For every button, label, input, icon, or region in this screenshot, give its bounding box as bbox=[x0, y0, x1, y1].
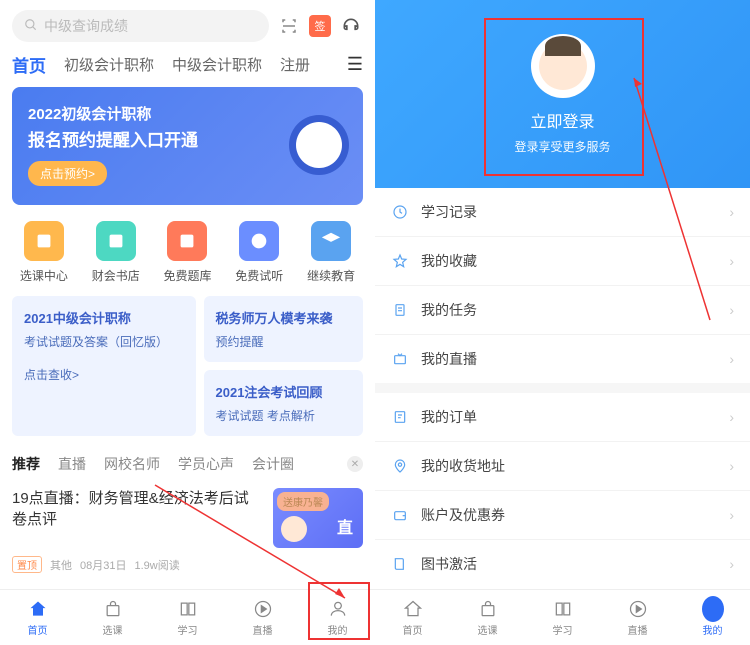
quick-courses[interactable]: 选课中心 bbox=[20, 221, 68, 284]
nav-mine-r[interactable]: 我的 bbox=[675, 590, 750, 645]
menu-group-2: 我的订单› 我的收货地址› 账户及优惠券› 图书激活› bbox=[375, 393, 750, 588]
person-bubble-icon bbox=[702, 598, 724, 620]
headphone-icon[interactable] bbox=[339, 14, 363, 38]
clipboard-icon bbox=[391, 301, 409, 319]
tab-junior[interactable]: 初级会计职称 bbox=[64, 54, 154, 75]
book-icon bbox=[177, 598, 199, 620]
tab-mid[interactable]: 中级会计职称 bbox=[172, 54, 262, 75]
menu-separator bbox=[375, 383, 750, 393]
nav-courses[interactable]: 选课 bbox=[75, 590, 150, 645]
menu-group-1: 学习记录› 我的收藏› 我的任务› 我的直播› bbox=[375, 188, 750, 383]
menu-address[interactable]: 我的收货地址› bbox=[375, 442, 750, 491]
card-mid-exam[interactable]: 2021中级会计职称 考试试题及答案（回忆版） 点击查收> bbox=[12, 296, 196, 436]
phone-left: 中级查询成绩 签 首页 初级会计职称 中级会计职称 注册 ☰ 2022初级会计职… bbox=[0, 0, 375, 645]
home-icon bbox=[27, 598, 49, 620]
article-thumbnail: 送康乃馨 直 bbox=[273, 488, 363, 548]
nav-live[interactable]: 直播 bbox=[225, 590, 300, 645]
category-tabs: 首页 初级会计职称 中级会计职称 注册 ☰ bbox=[0, 52, 375, 87]
top-bar: 中级查询成绩 签 bbox=[0, 0, 375, 52]
menu-study-record[interactable]: 学习记录› bbox=[375, 188, 750, 237]
book-icon bbox=[391, 555, 409, 573]
nav-home-r[interactable]: 首页 bbox=[375, 590, 450, 645]
tab-cpa[interactable]: 注册 bbox=[280, 54, 310, 75]
feed-tab-teachers[interactable]: 网校名师 bbox=[104, 454, 160, 474]
home-icon bbox=[402, 598, 424, 620]
feed-tab-rec[interactable]: 推荐 bbox=[12, 454, 40, 474]
play-icon bbox=[252, 598, 274, 620]
chevron-right-icon: › bbox=[729, 458, 734, 474]
nav-home[interactable]: 首页 bbox=[0, 590, 75, 645]
card-tax-mock[interactable]: 税务师万人模考来袭 预约提醒 bbox=[204, 296, 364, 362]
bag-icon bbox=[477, 598, 499, 620]
tv-icon bbox=[391, 350, 409, 368]
play-icon bbox=[627, 598, 649, 620]
quick-questions[interactable]: 免费题库 bbox=[163, 221, 211, 284]
promo-banner[interactable]: 2022初级会计职称 报名预约提醒入口开通 点击预约> bbox=[12, 87, 363, 205]
hamburger-icon[interactable]: ☰ bbox=[347, 54, 363, 75]
chevron-right-icon: › bbox=[729, 302, 734, 318]
feed-tabs: 推荐 直播 网校名师 学员心声 会计圈 ✕ bbox=[0, 448, 375, 480]
search-input[interactable]: 中级查询成绩 bbox=[12, 10, 269, 42]
location-icon bbox=[391, 457, 409, 475]
menu-wallet[interactable]: 账户及优惠券› bbox=[375, 491, 750, 540]
feed-tab-live[interactable]: 直播 bbox=[58, 454, 86, 474]
card-cpa-review[interactable]: 2021注会考试回顾 考试试题 考点解析 bbox=[204, 370, 364, 436]
nav-courses-r[interactable]: 选课 bbox=[450, 590, 525, 645]
clock-icon bbox=[289, 115, 349, 175]
wallet-icon bbox=[391, 506, 409, 524]
order-icon bbox=[391, 408, 409, 426]
quick-links: 选课中心 财会书店 免费题库 免费试听 继续教育 bbox=[0, 217, 375, 296]
info-cards: 2021中级会计职称 考试试题及答案（回忆版） 点击查收> 税务师万人模考来袭 … bbox=[0, 296, 375, 448]
menu-book-activate[interactable]: 图书激活› bbox=[375, 540, 750, 588]
pin-tag: 置顶 bbox=[12, 556, 42, 573]
avatar-icon bbox=[281, 516, 307, 542]
quick-trial[interactable]: 免费试听 bbox=[235, 221, 283, 284]
chevron-right-icon: › bbox=[729, 253, 734, 269]
nav-live-r[interactable]: 直播 bbox=[600, 590, 675, 645]
chevron-right-icon: › bbox=[729, 507, 734, 523]
phone-right: 立即登录 登录享受更多服务 学习记录› 我的收藏› 我的任务› 我的直播› 我的… bbox=[375, 0, 750, 645]
quick-edu[interactable]: 继续教育 bbox=[307, 221, 355, 284]
scan-icon[interactable] bbox=[277, 14, 301, 38]
article-item[interactable]: 19点直播：财务管理&经济法考后试卷点评 送康乃馨 直 bbox=[0, 480, 375, 552]
menu-orders[interactable]: 我的订单› bbox=[375, 393, 750, 442]
feed-tab-circle[interactable]: 会计圈 bbox=[252, 454, 294, 474]
star-icon bbox=[391, 252, 409, 270]
menu-live[interactable]: 我的直播› bbox=[375, 335, 750, 383]
bottom-nav-right: 首页 选课 学习 直播 我的 bbox=[375, 589, 750, 645]
article-meta: 置顶 其他 08月31日 1.9w阅读 bbox=[0, 552, 375, 581]
chevron-right-icon: › bbox=[729, 409, 734, 425]
annotation-box-login bbox=[484, 18, 644, 176]
chevron-right-icon: › bbox=[729, 556, 734, 572]
search-placeholder: 中级查询成绩 bbox=[44, 16, 128, 36]
quick-bookstore[interactable]: 财会书店 bbox=[92, 221, 140, 284]
article-title: 19点直播：财务管理&经济法考后试卷点评 bbox=[12, 488, 263, 548]
banner-cta-button[interactable]: 点击预约> bbox=[28, 161, 107, 186]
search-icon bbox=[24, 18, 38, 35]
clock-icon bbox=[391, 203, 409, 221]
checkin-icon[interactable]: 签 bbox=[309, 15, 331, 37]
annotation-box-mine-tab bbox=[308, 582, 370, 640]
bag-icon bbox=[102, 598, 124, 620]
nav-study-r[interactable]: 学习 bbox=[525, 590, 600, 645]
chevron-right-icon: › bbox=[729, 351, 734, 367]
feed-tab-students[interactable]: 学员心声 bbox=[178, 454, 234, 474]
menu-tasks[interactable]: 我的任务› bbox=[375, 286, 750, 335]
nav-study[interactable]: 学习 bbox=[150, 590, 225, 645]
menu-favorites[interactable]: 我的收藏› bbox=[375, 237, 750, 286]
chevron-right-icon: › bbox=[729, 204, 734, 220]
close-icon[interactable]: ✕ bbox=[347, 456, 363, 472]
tab-home[interactable]: 首页 bbox=[12, 52, 46, 77]
book-icon bbox=[552, 598, 574, 620]
